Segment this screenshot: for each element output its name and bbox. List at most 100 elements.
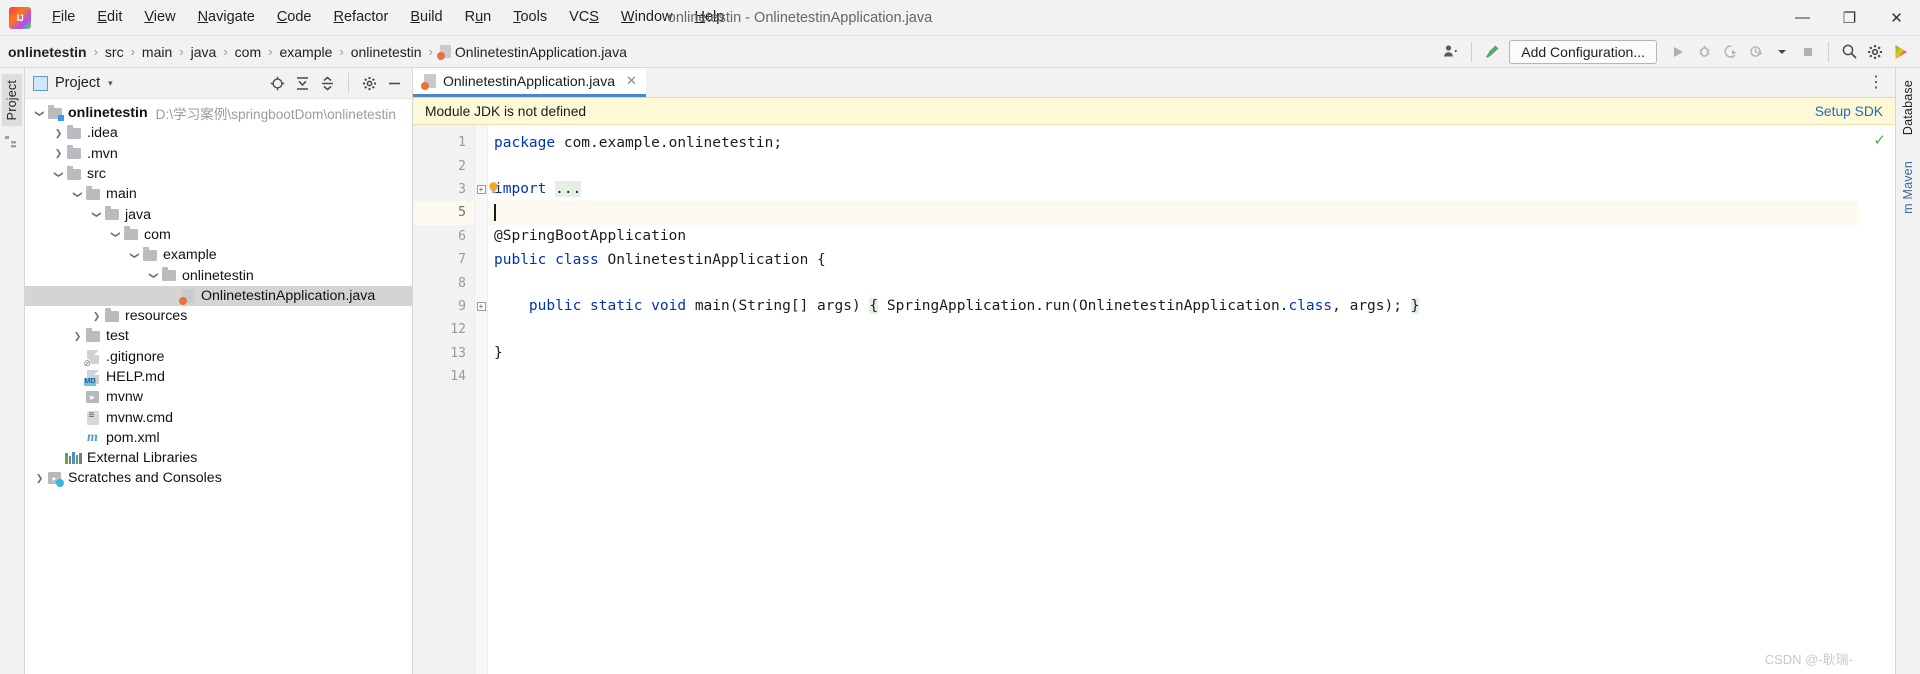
add-configuration-button[interactable]: Add Configuration... [1509, 39, 1657, 64]
editor-tab[interactable]: OnlinetestinApplication.java ✕ [413, 68, 646, 97]
more-options-icon[interactable]: ⋮ [1868, 74, 1885, 90]
fold-expand-icon[interactable]: + [475, 178, 487, 201]
fold-gutter[interactable]: + + [475, 125, 488, 674]
code-line[interactable]: public static void main(String[] args) {… [488, 295, 1859, 318]
tree-node-scratches-and-consoles[interactable]: ❯ ▸ Scratches and Consoles [25, 468, 412, 488]
chevron-right-icon[interactable]: ❯ [52, 148, 65, 159]
chevron-down-icon[interactable]: ▾ [108, 78, 113, 89]
breadcrumb-item-onlinetestin[interactable]: onlinetestin [8, 44, 87, 60]
menu-item-view[interactable]: View [133, 4, 186, 31]
tree-node--idea[interactable]: ❯ .idea [25, 123, 412, 143]
tool-tab-project[interactable]: Project [2, 74, 22, 127]
chevron-down-icon[interactable]: ❯ [34, 107, 45, 120]
collapse-all-icon[interactable] [316, 72, 339, 95]
line-number[interactable]: 9 [413, 295, 474, 318]
menu-item-tools[interactable]: Tools [502, 4, 558, 31]
menu-item-window[interactable]: Window [610, 4, 684, 31]
tool-tab-maven[interactable]: m Maven [1898, 155, 1918, 220]
user-settings-icon[interactable] [1438, 39, 1464, 65]
locate-icon[interactable] [266, 72, 289, 95]
menu-item-run[interactable]: Run [454, 4, 503, 31]
settings-gear-icon[interactable] [358, 72, 381, 95]
tree-node-onlinetestinapplication-java[interactable]: OnlinetestinApplication.java [25, 285, 412, 306]
code-line[interactable] [488, 201, 1859, 225]
settings-gear-icon[interactable] [1862, 39, 1888, 65]
line-number[interactable]: 12 [413, 318, 474, 341]
project-tree[interactable]: ❯ onlinetestin D:\学习案例\springbootDom\onlin… [25, 99, 412, 674]
structure-icon[interactable] [4, 134, 20, 150]
chevron-down-icon[interactable] [1769, 39, 1795, 65]
tree-node-mvnw-cmd[interactable]: mvnw.cmd [25, 407, 412, 427]
profiler-icon[interactable] [1743, 39, 1769, 65]
chevron-down-icon[interactable]: ❯ [129, 249, 140, 262]
breadcrumb-item-com[interactable]: com [235, 44, 261, 60]
close-icon[interactable]: ✕ [626, 73, 637, 89]
maximize-icon[interactable]: ❐ [1826, 0, 1873, 36]
inspection-ok-icon[interactable]: ✓ [1873, 131, 1886, 149]
tree-node-src[interactable]: ❯ src [25, 164, 412, 184]
code-line[interactable] [488, 318, 1859, 341]
code-line[interactable]: @SpringBootApplication [488, 225, 1859, 248]
tree-node-com[interactable]: ❯ com [25, 225, 412, 245]
breadcrumb-item-example[interactable]: example [279, 44, 332, 60]
code-content[interactable]: package com.example.onlinetestin; import … [488, 125, 1859, 674]
line-number[interactable]: 14 [413, 365, 474, 388]
tree-node-main[interactable]: ❯ main [25, 184, 412, 204]
breadcrumb-item-src[interactable]: src [105, 44, 124, 60]
tree-node--mvn[interactable]: ❯ .mvn [25, 144, 412, 164]
chevron-down-icon[interactable]: ❯ [53, 168, 64, 181]
breadcrumb-item-main[interactable]: main [142, 44, 172, 60]
code-line[interactable] [488, 271, 1859, 294]
fold-expand-icon[interactable]: + [475, 295, 487, 318]
line-number[interactable]: 1 [413, 131, 474, 154]
breadcrumb-item-onlinetestin[interactable]: onlinetestin [351, 44, 422, 60]
chevron-down-icon[interactable]: ❯ [72, 188, 83, 201]
tree-node-help-md[interactable]: MD HELP.md [25, 367, 412, 387]
chevron-right-icon[interactable]: ❯ [71, 331, 84, 342]
chevron-down-icon[interactable]: ❯ [148, 269, 159, 282]
build-hammer-icon[interactable] [1479, 39, 1505, 65]
run-icon[interactable] [1665, 39, 1691, 65]
menu-item-refactor[interactable]: Refactor [323, 4, 400, 31]
menu-item-navigate[interactable]: Navigate [187, 4, 266, 31]
tool-tab-database[interactable]: Database [1898, 74, 1918, 141]
breadcrumb-item-onlinetestinapplication-java[interactable]: OnlinetestinApplication.java [436, 44, 627, 60]
setup-sdk-link[interactable]: Setup SDK [1815, 104, 1883, 119]
tree-node-external-libraries[interactable]: External Libraries [25, 448, 412, 468]
intention-bulb-icon[interactable] [488, 181, 500, 194]
code-line[interactable]: public class OnlinetestinApplication { [488, 248, 1859, 271]
tree-node-test[interactable]: ❯ test [25, 326, 412, 346]
tree-node-onlinetestin[interactable]: ❯ onlinetestin D:\学习案例\springbootDom\onlin… [25, 103, 412, 123]
tree-node--gitignore[interactable]: .gitignore [25, 347, 412, 368]
chevron-right-icon[interactable]: ❯ [52, 128, 65, 139]
expand-all-icon[interactable] [291, 72, 314, 95]
tree-node-onlinetestin[interactable]: ❯ onlinetestin [25, 265, 412, 285]
tree-node-resources[interactable]: ❯ resources [25, 306, 412, 326]
line-number[interactable]: 6 [413, 225, 474, 248]
chevron-down-icon[interactable]: ❯ [91, 208, 102, 221]
line-number[interactable]: 5 [413, 201, 474, 225]
breadcrumb-item-java[interactable]: java [191, 44, 217, 60]
menu-item-code[interactable]: Code [266, 4, 323, 31]
code-line[interactable]: import ... [488, 178, 1859, 201]
code-line[interactable] [488, 154, 1859, 177]
menu-item-edit[interactable]: Edit [86, 4, 133, 31]
run-with-coverage-icon[interactable] [1717, 39, 1743, 65]
minimize-icon[interactable]: — [1779, 0, 1826, 36]
code-line[interactable]: package com.example.onlinetestin; [488, 131, 1859, 154]
chevron-right-icon[interactable]: ❯ [90, 311, 103, 322]
ide-updates-icon[interactable] [1888, 39, 1914, 65]
chevron-down-icon[interactable]: ❯ [110, 228, 121, 241]
hide-icon[interactable] [383, 72, 406, 95]
chevron-right-icon[interactable]: ❯ [33, 473, 46, 484]
menu-item-file[interactable]: File [41, 4, 86, 31]
close-icon[interactable]: ✕ [1873, 0, 1920, 36]
tree-node-mvnw[interactable]: ▸ mvnw [25, 387, 412, 407]
code-line[interactable] [488, 365, 1859, 388]
menu-item-help[interactable]: Help [683, 4, 735, 31]
stop-icon[interactable] [1795, 39, 1821, 65]
tree-node-java[interactable]: ❯ java [25, 204, 412, 224]
tree-node-example[interactable]: ❯ example [25, 245, 412, 265]
line-number[interactable]: 7 [413, 248, 474, 271]
menu-item-build[interactable]: Build [399, 4, 453, 31]
